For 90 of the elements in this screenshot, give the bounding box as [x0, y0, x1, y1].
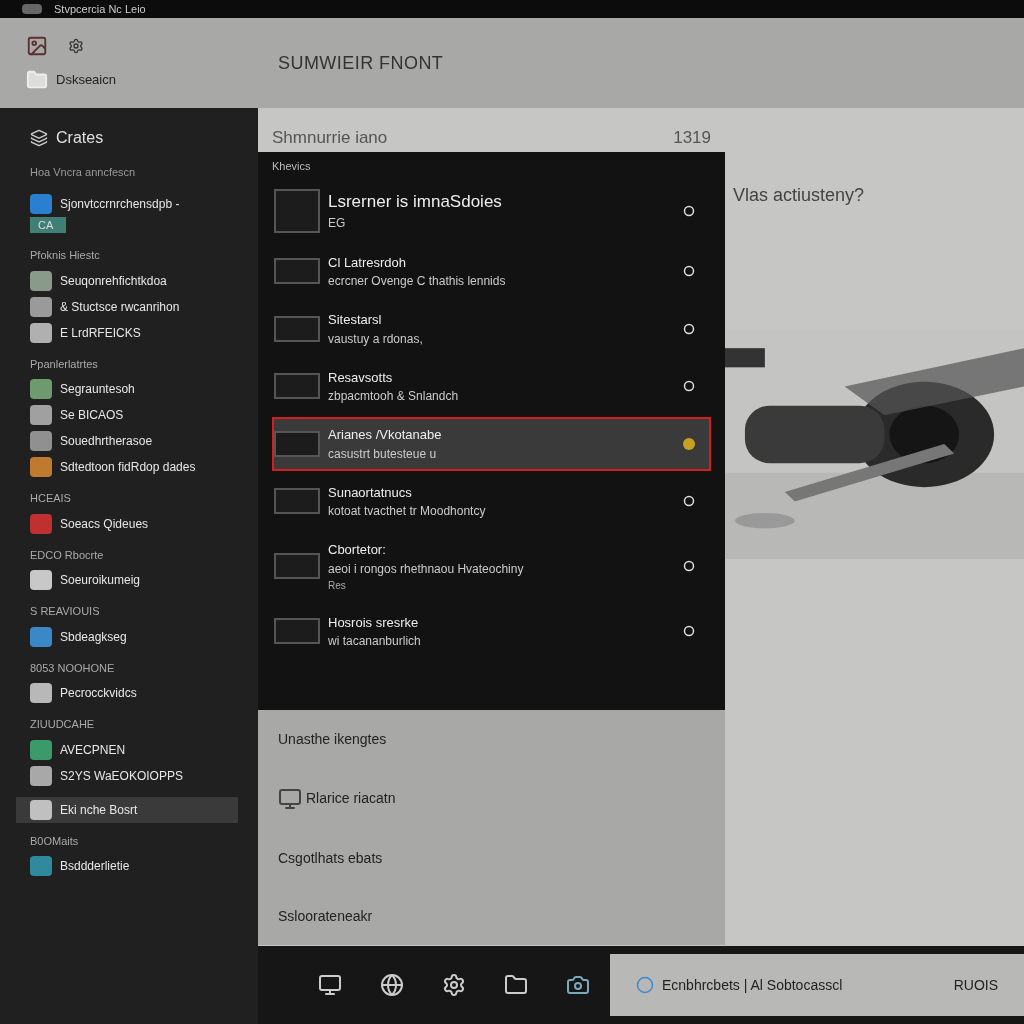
menu-item[interactable]: Unasthe ikengtes	[278, 728, 705, 750]
monitor-icon	[278, 786, 302, 811]
status-circle-icon	[683, 380, 695, 393]
thumbnail-icon	[274, 553, 320, 580]
folder-icon	[26, 69, 48, 91]
count-text: 1319	[673, 126, 711, 149]
window-title: Stvpcercia Nc Leio	[54, 1, 146, 17]
status-circle-icon	[683, 560, 695, 573]
list-row[interactable]: Lsrerner is imnaSdoies EG	[272, 180, 711, 241]
list-row[interactable]: Sunaortatnucs kotoat tvacthet tr Moodhontcy	[272, 474, 711, 528]
row-subtitle: vaustuy a rdonas,	[328, 330, 424, 348]
row-subtitle: kotoat tvacthet tr Moodhontcy	[328, 503, 487, 520]
sidebar-item[interactable]: Seuqonrehfichtkdoa	[30, 267, 238, 294]
list-row[interactable]: Hosrois sresrke wi tacananburlich	[272, 604, 711, 658]
menu-item[interactable]: Csgotlhats ebats	[278, 847, 705, 869]
row-title: Arianes /Vkotanabe	[328, 426, 443, 444]
row-subtitle: zbpacmtooh & Snlandch	[328, 388, 460, 405]
sidebar-item[interactable]: Sjonvtccrnrchensdpb -	[30, 190, 238, 217]
list-row[interactable]: Arianes /Vkotanabe casustrt butesteue u	[272, 417, 711, 471]
row-subtitle: EG	[328, 215, 347, 233]
list-row[interactable]: Cl Latresrdoh ecrcner Ovenge C thathis lennids	[272, 244, 711, 298]
sidebar-subtitle: Hoa Vncra anncfescn	[30, 165, 137, 180]
sidebar-item[interactable]: Souedhrtherasoe	[30, 428, 238, 454]
list-row[interactable]: Sitestarsl vaustuy a rdonas,	[272, 302, 711, 356]
row-note: Res	[328, 578, 347, 593]
section-label: HCEAIS	[30, 491, 72, 506]
section-label: B0OMaits	[30, 833, 80, 849]
monitor-icon[interactable]	[318, 973, 342, 997]
status-circle-icon	[683, 322, 695, 335]
list-row[interactable]: Cbortetor: aeoi i rongos rhethnaou Hvateochiny Res	[272, 532, 711, 601]
settings-icon[interactable]	[68, 38, 84, 54]
menu-item[interactable]: Rlarice riacatn	[278, 786, 705, 811]
thumbnail-icon	[274, 430, 320, 457]
sidebar-item[interactable]: Pecrocckvidcs	[30, 680, 238, 706]
section-label: ZIUUDCAHE	[30, 717, 96, 732]
thumbnail-icon	[274, 188, 320, 233]
thumbnail-icon	[274, 488, 320, 515]
sidebar-item[interactable]: Bsddderlietie	[30, 853, 238, 879]
sidebar-item[interactable]: Soeuroikumeig	[30, 567, 238, 593]
thumbnail-icon	[274, 618, 320, 645]
page-title: SUMWIEIR FNONT	[278, 51, 444, 75]
section-label: EDCO Rbocrte	[30, 547, 105, 563]
sidebar-item[interactable]: Segrauntesoh	[30, 376, 238, 402]
row-title: Sitestarsl	[328, 311, 383, 329]
menu-item[interactable]: Ssloorateneakr	[278, 905, 705, 927]
status-circle-icon	[683, 495, 695, 508]
sidebar-item[interactable]: Se BICAOS	[30, 402, 238, 428]
item-badge: CA	[30, 216, 66, 233]
strip-text: Shmnurrie iano	[272, 126, 388, 149]
gear-icon[interactable]	[442, 973, 466, 997]
row-subtitle: ecrcner Ovenge C thathis lennids	[328, 273, 507, 290]
sidebar-item[interactable]: S2YS WaEOKOIOPPS	[30, 762, 238, 789]
thumbnail-icon	[274, 258, 320, 285]
section-label: Ppanlerlatrtes	[30, 356, 99, 372]
layers-icon	[30, 129, 48, 147]
sidebar-item[interactable]: & Stuctsce rwcanrihon	[30, 293, 238, 320]
tray-time: RUOIS	[953, 975, 998, 995]
section-label: S REAVIOUIS	[30, 604, 101, 619]
panel-heading: Khevics	[272, 159, 312, 174]
section-label: Pfoknis Hiestc	[30, 248, 101, 263]
camera-icon[interactable]	[566, 973, 590, 997]
thumbnail-icon	[274, 315, 320, 342]
row-title: Sunaortatnucs	[328, 483, 413, 502]
row-title: Cl Latresrdoh	[328, 253, 408, 272]
sidebar-item[interactable]: AVECPNEN	[30, 736, 238, 763]
folder-icon[interactable]	[504, 973, 528, 997]
row-subtitle: wi tacananburlich	[328, 633, 422, 650]
row-subtitle: casustrt butesteue u	[328, 445, 438, 463]
status-circle-icon	[683, 625, 695, 638]
status-circle-icon	[683, 265, 695, 278]
section-label: 8053 NOOHONE	[30, 660, 116, 676]
globe-icon[interactable]	[380, 973, 404, 997]
row-title: Resavsotts	[328, 368, 394, 387]
list-row[interactable]: Resavsotts zbpacmtooh & Snlandch	[272, 359, 711, 413]
sidebar-item[interactable]: E LrdRFEICKS	[30, 319, 238, 346]
row-title: Cbortetor:	[328, 541, 387, 559]
sidebar-title: Crates	[56, 128, 104, 148]
sidebar-item[interactable]: Soeacs Qideues	[30, 510, 238, 537]
status-circle-icon	[683, 204, 695, 217]
sidebar-item[interactable]: Eki nche Bosrt	[16, 796, 238, 823]
sidebar-item[interactable]: Sbdeagkseg	[30, 623, 238, 650]
photo-icon[interactable]	[26, 35, 48, 57]
sidebar-item[interactable]: Sdtedtoon fidRdop dades	[30, 454, 238, 480]
thumbnail-icon	[274, 373, 320, 400]
row-title: Hosrois sresrke	[328, 613, 420, 632]
row-title: Lsrerner is imnaSdoies	[328, 190, 503, 213]
nav-item[interactable]: Dskseaicn	[26, 69, 258, 91]
question-text: Vlas actiusteny?	[732, 184, 866, 207]
row-subtitle: aeoi i rongos rhethnaou Hvateochiny	[328, 560, 525, 578]
tray-text: Ecnbhrcbets | Al Sobtocasscl	[662, 975, 843, 995]
